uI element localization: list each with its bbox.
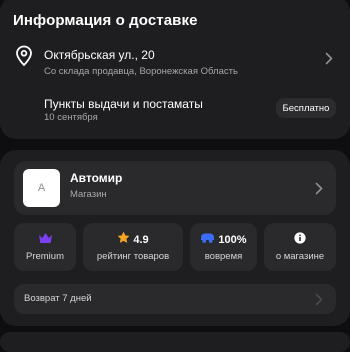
pickup-title: Пункты выдачи и постаматы — [44, 97, 203, 111]
on-time-label: вовремя — [204, 251, 243, 262]
address-subtitle: Со склада продавца, Воронежская Область — [44, 66, 238, 77]
location-pin-icon — [14, 45, 34, 67]
free-delivery-badge: Бесплатно — [276, 98, 336, 118]
seller-row[interactable]: A Автомир Магазин — [14, 161, 336, 215]
truck-icon — [200, 231, 215, 249]
chevron-right-icon — [325, 52, 333, 65]
seller-type: Магазин — [70, 189, 107, 200]
about-store-tile[interactable]: о магазине — [264, 223, 336, 271]
seller-card: A Автомир Магазин Premium 4.9 рейтинг то… — [0, 150, 350, 326]
about-store-label: о магазине — [275, 251, 325, 262]
next-section-card — [0, 332, 350, 352]
premium-tile[interactable]: Premium — [14, 223, 76, 271]
rating-label: рейтинг товаров — [96, 251, 170, 262]
on-time-value: 100% — [218, 234, 247, 246]
return-policy-row[interactable]: Возврат 7 дней — [14, 284, 336, 314]
premium-label: Premium — [25, 251, 64, 262]
pickup-date: 10 сентября — [44, 112, 98, 123]
chevron-right-icon — [315, 182, 323, 195]
chevron-right-icon — [315, 293, 323, 306]
delivery-info-card: Информация о доставке Октябрьская ул., 2… — [0, 0, 350, 139]
return-policy-label: Возврат 7 дней — [24, 293, 92, 304]
seller-avatar: A — [23, 169, 60, 207]
on-time-tile[interactable]: 100% вовремя — [190, 223, 257, 271]
rating-tile[interactable]: 4.9 рейтинг товаров — [83, 223, 183, 271]
star-icon — [117, 231, 130, 249]
address-title: Октябрьская ул., 20 — [44, 48, 155, 62]
seller-name: Автомир — [70, 171, 123, 185]
rating-value: 4.9 — [133, 234, 149, 246]
delivery-info-title: Информация о доставке — [13, 12, 198, 29]
info-icon — [294, 231, 306, 249]
crown-icon — [38, 231, 53, 249]
